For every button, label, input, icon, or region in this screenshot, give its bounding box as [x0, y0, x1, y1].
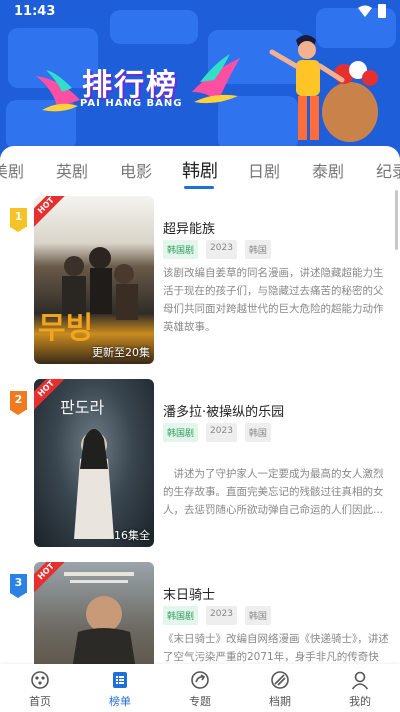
poster-image[interactable]: 무빙 HOT 更新至20集 — [34, 196, 154, 364]
nav-home[interactable]: 首页 — [10, 670, 70, 709]
list-item[interactable]: 2 판도라 HOT 16集全 潘多拉·被操纵的乐园 韩国剧 2023 韩国 讲述… — [0, 379, 400, 554]
poster-art — [64, 572, 136, 666]
tag-region: 韩国 — [244, 606, 271, 625]
item-title[interactable]: 末日骑士 — [163, 584, 215, 603]
poster-title-art: 판도라 — [60, 398, 104, 417]
tab-movie[interactable]: 电影 — [120, 158, 152, 182]
tag-group: 韩国剧 2023 韩国 — [163, 606, 271, 625]
mascot-illustration — [269, 35, 378, 142]
nav-label: 档期 — [269, 695, 291, 708]
nav-label: 我的 — [349, 695, 371, 708]
rank-badge: 1 — [10, 208, 27, 232]
banner-title-group: 排行榜 PAI HANG BANG — [36, 52, 240, 122]
topic-icon — [191, 671, 209, 689]
poster-title-art: 무빙 — [38, 311, 93, 346]
episode-status: 16集全 — [114, 529, 150, 542]
home-icon — [31, 671, 49, 689]
poster-art: 판도라 — [60, 398, 114, 539]
poster-art: 무빙 — [38, 247, 138, 346]
profile-icon — [351, 671, 369, 690]
schedule-icon — [271, 671, 289, 689]
bottom-navigation: 首页 榜单 专题 档期 我的 — [0, 664, 400, 712]
tag-group: 韩国剧 2023 韩国 — [163, 240, 271, 259]
episode-status: 更新至20集 — [92, 346, 150, 359]
tag-region: 韩国 — [244, 240, 271, 259]
wifi-icon — [358, 5, 372, 17]
tab-documentary[interactable]: 纪录 — [376, 158, 400, 182]
header-banner: 11:43 排行榜 PAI HANG BANG — [0, 0, 400, 160]
item-description: 该剧改编自姜草的同名漫画，讲述隐藏超能力生活于现在的孩子们，与隐藏过去痛苦的秘密… — [163, 267, 384, 333]
tab-korean-drama[interactable]: 韩剧 — [182, 157, 218, 183]
tab-us-drama[interactable]: 美剧 — [0, 158, 24, 182]
category-tabs: 美剧 英剧 电影 韩剧 日剧 泰剧 纪录 — [0, 146, 400, 196]
tab-japanese-drama[interactable]: 日剧 — [248, 158, 280, 182]
rank-badge: 3 — [10, 574, 27, 598]
list-icon — [113, 672, 127, 688]
battery-icon — [378, 4, 386, 18]
item-title[interactable]: 超异能族 — [163, 218, 215, 237]
nav-ranking[interactable]: 榜单 — [90, 670, 150, 709]
poster-image[interactable]: 판도라 HOT 16集全 — [34, 379, 154, 547]
tag-year: 2023 — [206, 240, 237, 259]
banner-subtitle: PAI HANG BANG — [80, 98, 183, 109]
tab-thai-drama[interactable]: 泰剧 — [312, 158, 344, 182]
tag-genre: 韩国剧 — [163, 606, 199, 625]
status-bar: 11:43 — [0, 0, 400, 24]
splash-decoration-icon — [192, 54, 240, 104]
list-item[interactable]: 3 HOT 末日骑士 韩国剧 2023 韩国 《末日骑士》改编自网络漫画《快递骑… — [0, 562, 400, 666]
nav-label: 首页 — [29, 695, 51, 708]
item-description: 讲述为了守护家人一定要成为最高的女人激烈的生存故事。直面完美忘记的残骸过往真相的… — [163, 468, 384, 516]
nav-schedule[interactable]: 档期 — [250, 670, 310, 709]
nav-label: 榜单 — [109, 695, 131, 708]
poster-image[interactable]: HOT — [34, 562, 154, 666]
tab-uk-drama[interactable]: 英剧 — [56, 158, 88, 182]
tag-year: 2023 — [206, 606, 237, 625]
ranking-list: 1 무빙 HOT 更新至20集 超异能族 韩国剧 2023 韩国 该剧改编自姜草… — [0, 196, 400, 666]
tag-group: 韩国剧 2023 韩国 — [163, 423, 271, 442]
splash-decoration-icon — [36, 70, 80, 112]
item-description: 《末日骑士》改编自网络漫画《快递骑士》，讲述了空气污染严重的2071年，身手非凡… — [163, 633, 389, 663]
tag-year: 2023 — [206, 423, 237, 442]
nav-profile[interactable]: 我的 — [330, 670, 390, 709]
scrollbar[interactable] — [395, 190, 398, 250]
rank-badge: 2 — [10, 391, 27, 415]
tag-genre: 韩国剧 — [163, 423, 199, 442]
nav-label: 专题 — [189, 695, 211, 708]
nav-topics[interactable]: 专题 — [170, 670, 230, 709]
tag-region: 韩国 — [244, 423, 271, 442]
active-tab-indicator — [184, 186, 214, 189]
list-item[interactable]: 1 무빙 HOT 更新至20集 超异能族 韩国剧 2023 韩国 该剧改编自姜草… — [0, 196, 400, 371]
tag-genre: 韩国剧 — [163, 240, 199, 259]
item-title[interactable]: 潘多拉·被操纵的乐园 — [163, 401, 284, 420]
status-time: 11:43 — [14, 4, 56, 19]
